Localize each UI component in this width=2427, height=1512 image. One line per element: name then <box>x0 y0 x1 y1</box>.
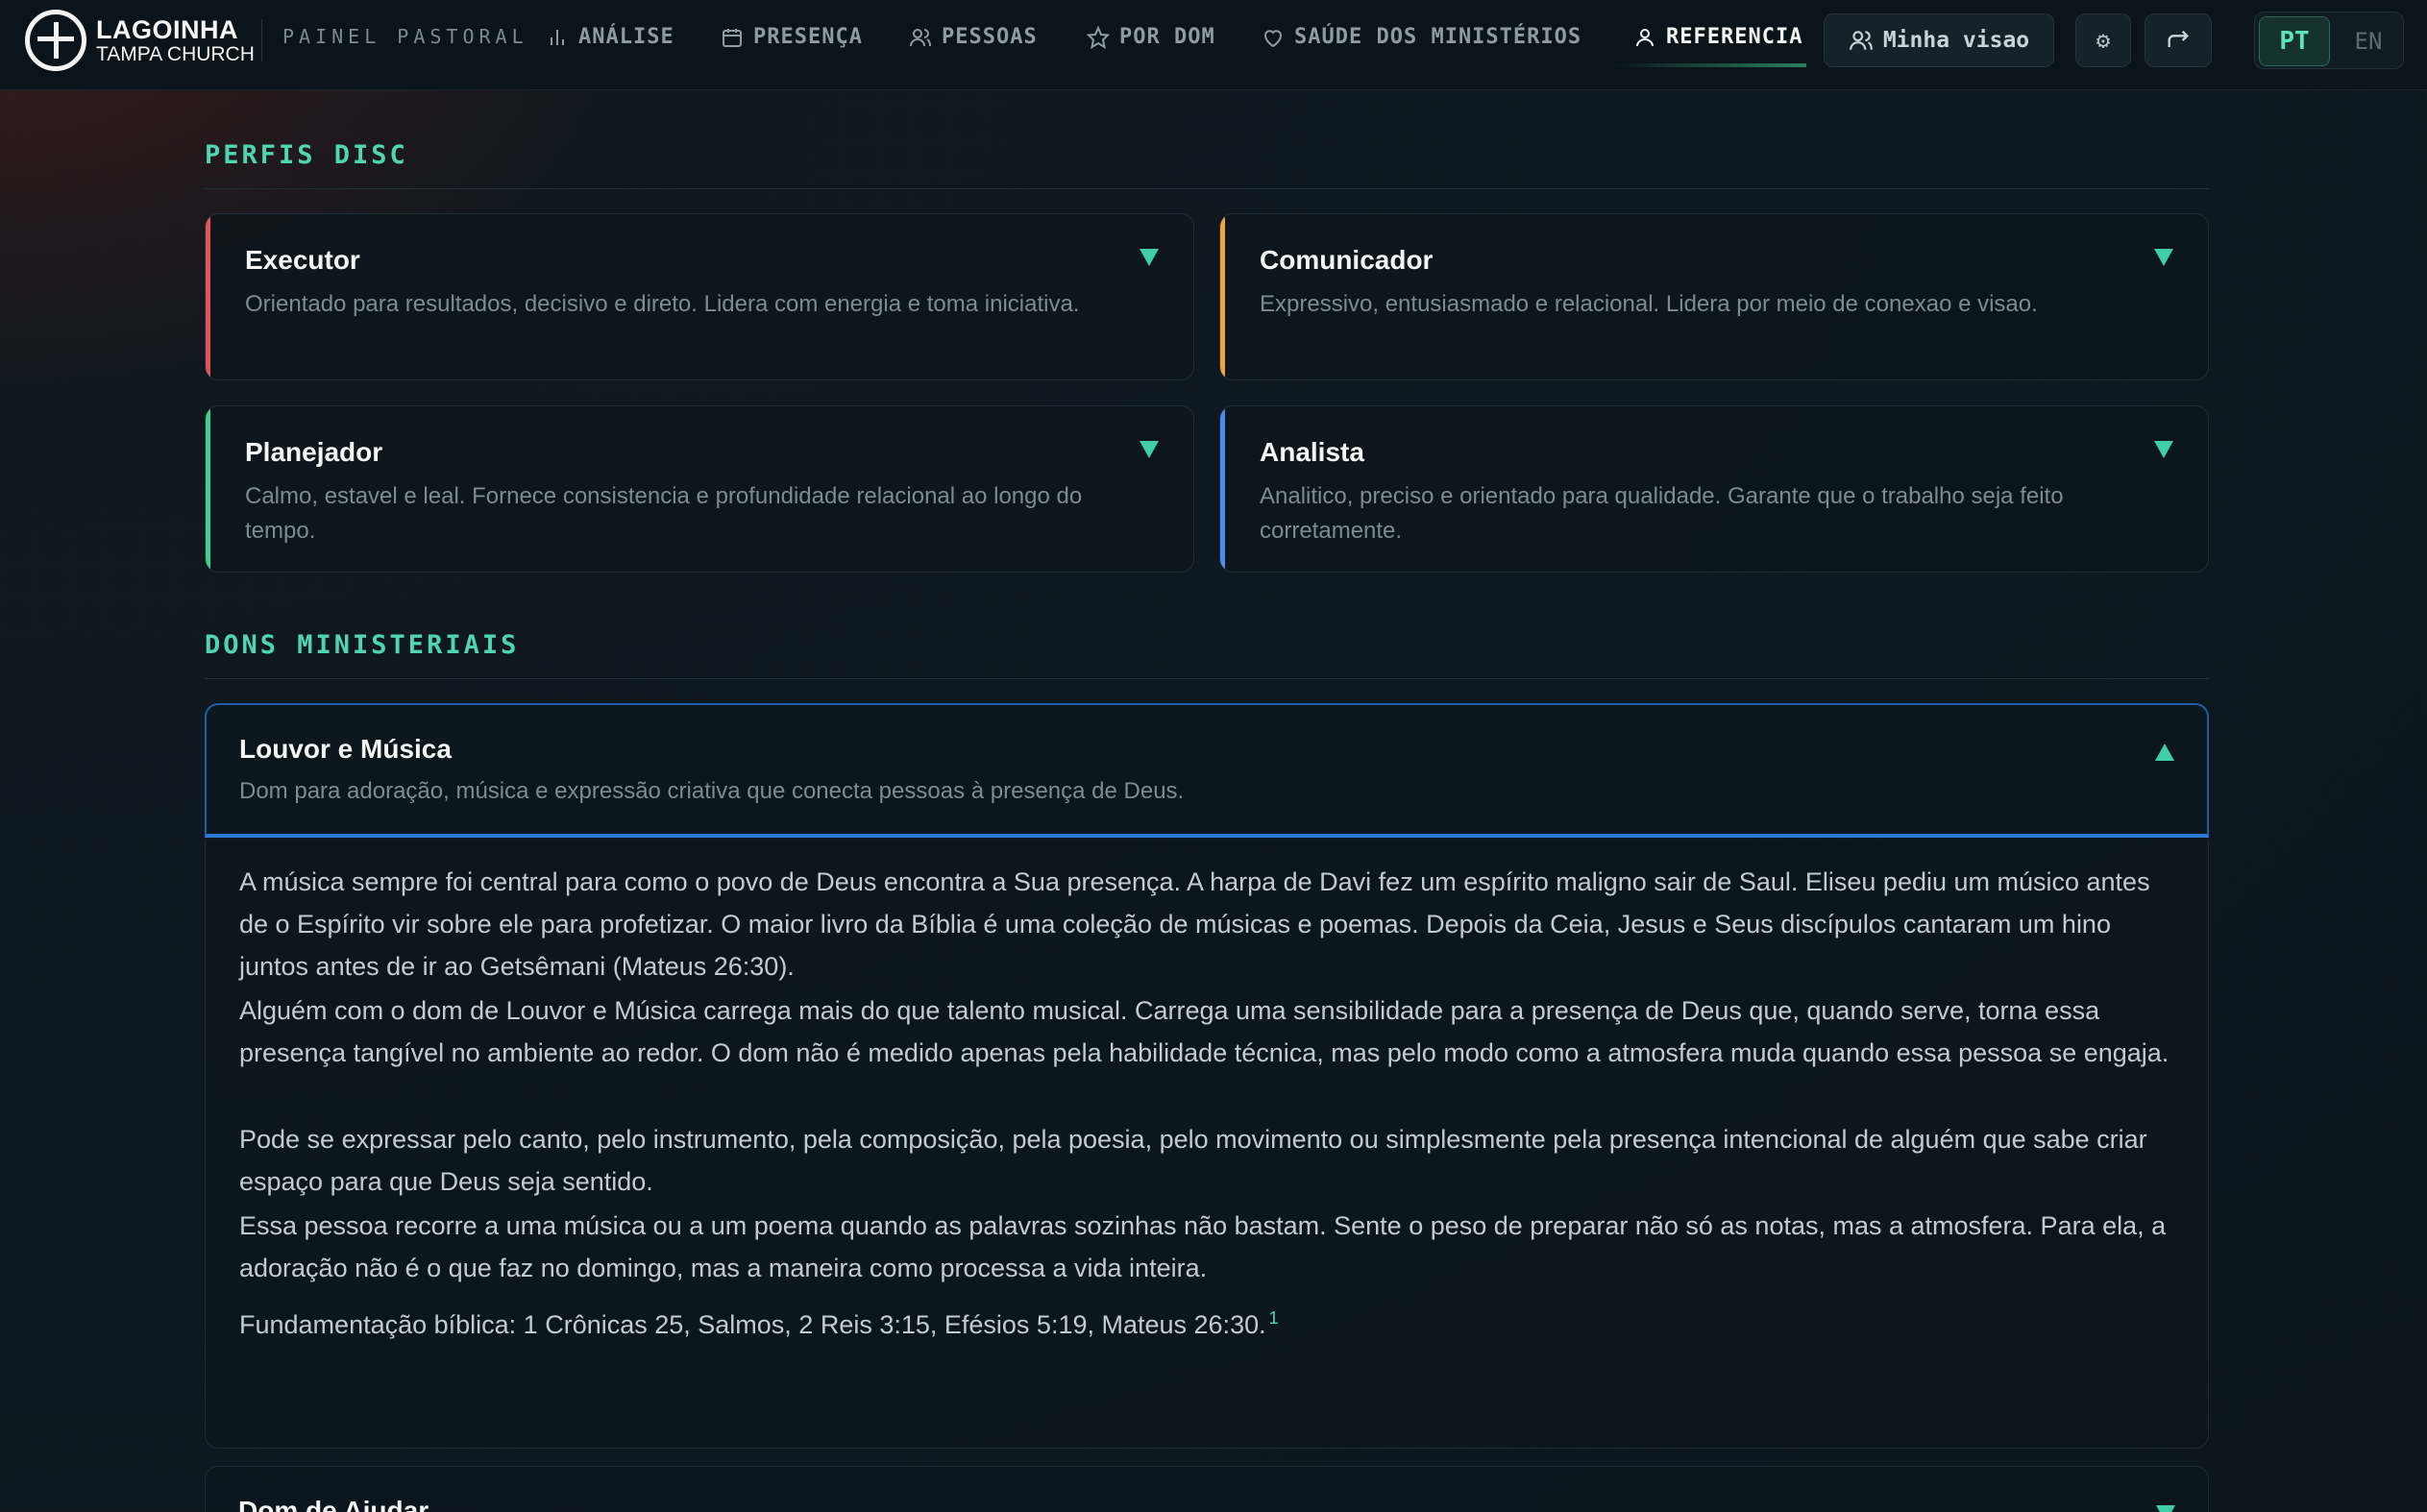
nav-tab-label: REFERENCIA <box>1666 25 1803 49</box>
disc-card-title: Executor <box>245 245 360 275</box>
nav-tab-label: ANÁLISE <box>578 25 674 49</box>
lang-en-button[interactable]: EN <box>2338 16 2399 66</box>
lang-pt-button[interactable]: PT <box>2259 16 2330 66</box>
brand-subtitle: TAMPA CHURCH <box>96 42 255 65</box>
people-icon <box>1849 31 1873 50</box>
gift-paragraph: A música sempre foi central para como o … <box>239 867 2150 981</box>
gift-title: Louvor e Música <box>239 734 452 764</box>
gift-accordion-header-ajudar[interactable]: Dom de Ajudar <box>205 1466 2209 1512</box>
gift-paragraph: Alguém com o dom de Louvor e Música carr… <box>239 996 2170 1067</box>
disc-card-description: Expressivo, entusiasmado e relacional. L… <box>1260 291 2038 317</box>
gift-paragraph: Essa pessoa recorre a uma música ou a um… <box>239 1211 2167 1282</box>
accent-bar <box>206 214 210 379</box>
logout-button[interactable] <box>2145 13 2212 67</box>
disc-card-title: Comunicador <box>1260 245 1434 275</box>
gift-foundation-text: Fundamentação bíblica: 1 Crônicas 25, Sa… <box>239 1310 1266 1339</box>
gift-accordion-body: A música sempre foi central para como o … <box>205 840 2209 1449</box>
bar-chart-icon <box>551 29 564 45</box>
chevron-down-icon[interactable] <box>2154 249 2173 266</box>
nav-tab-saude-ministerios[interactable]: SAÚDE DOS MINISTÉRIOS <box>1262 25 1581 49</box>
disc-card-analista[interactable]: Analista Analitico, preciso e orientado … <box>1219 405 2209 573</box>
disc-card-title: Analista <box>1260 437 1364 467</box>
disc-card-planejador[interactable]: Planejador Calmo, estavel e leal. Fornec… <box>205 405 1194 573</box>
calendar-icon <box>723 28 742 47</box>
gift-paragraph: Pode se expressar pelo canto, pelo instr… <box>239 1125 2147 1196</box>
church-cross-icon <box>25 10 86 71</box>
chevron-down-icon[interactable] <box>2154 441 2173 458</box>
heart-icon <box>1264 29 1282 47</box>
gift-description: Dom para adoração, música e expressão cr… <box>239 778 1185 804</box>
brand-name: LAGOINHA <box>96 14 238 44</box>
nav-tab-analise[interactable]: ANÁLISE <box>546 25 674 49</box>
nav-pastoral-panel[interactable]: PAINEL PASTORAL <box>282 25 528 48</box>
settings-button[interactable]: ⚙ <box>2075 13 2131 67</box>
disc-card-description: Calmo, estavel e leal. Fornece consisten… <box>245 483 1083 544</box>
header-divider <box>261 19 262 61</box>
section-divider <box>205 188 2209 189</box>
gift-accordion-header-louvor[interactable]: Louvor e Música Dom para adoração, músic… <box>205 703 2209 838</box>
footnote-link[interactable]: 1 <box>1269 1308 1279 1328</box>
chevron-up-icon[interactable] <box>2155 744 2174 761</box>
section-divider <box>205 678 2209 679</box>
nav-tab-label: POR DOM <box>1119 25 1215 49</box>
nav-tab-label: SAÚDE DOS MINISTÉRIOS <box>1294 25 1582 49</box>
nav-tab-label: PRESENÇA <box>753 25 863 49</box>
my-view-label: Minha visao <box>1882 28 2030 53</box>
chevron-down-icon[interactable] <box>1140 441 1159 458</box>
disc-card-title: Planejador <box>245 437 383 467</box>
disc-card-description: Analitico, preciso e orientado para qual… <box>1260 483 2064 544</box>
people-icon <box>910 28 931 46</box>
star-icon <box>1087 25 1110 49</box>
disc-card-comunicador[interactable]: Comunicador Expressivo, entusiasmado e r… <box>1219 213 2209 380</box>
top-navigation-bar: LAGOINHA TAMPA CHURCH PAINEL PASTORAL AN… <box>0 0 2427 90</box>
language-switcher: PT EN <box>2254 12 2404 69</box>
chevron-down-icon[interactable] <box>1140 249 1159 266</box>
chevron-down-icon[interactable] <box>2156 1505 2175 1512</box>
nav-tab-presenca[interactable]: PRESENÇA <box>721 25 863 49</box>
my-view-button[interactable]: Minha visao <box>1824 13 2054 67</box>
active-tab-indicator <box>1614 63 1806 67</box>
gift-title: Dom de Ajudar <box>238 1496 429 1512</box>
disc-card-description: Orientado para resultados, decisivo e di… <box>245 291 1080 317</box>
nav-tab-por-dom[interactable]: POR DOM <box>1087 25 1215 49</box>
disc-card-executor[interactable]: Executor Orientado para resultados, deci… <box>205 213 1194 380</box>
nav-tab-label: PESSOAS <box>942 25 1038 49</box>
section-title-gifts: DONS MINISTERIAIS <box>205 630 520 660</box>
section-title-disc: PERFIS DISC <box>205 140 408 170</box>
accent-bar <box>206 406 210 572</box>
nav-tab-pessoas[interactable]: PESSOAS <box>909 25 1038 49</box>
brand-logo[interactable]: LAGOINHA TAMPA CHURCH <box>25 10 255 71</box>
nav-tab-referencia[interactable]: REFERENCIA <box>1633 13 1806 67</box>
accent-bar <box>1220 406 1225 572</box>
logout-icon <box>2168 30 2189 47</box>
gear-icon: ⚙ <box>2096 27 2111 54</box>
person-icon <box>1636 28 1654 46</box>
accent-bar <box>1220 214 1225 379</box>
gift-foundation: Fundamentação bíblica: 1 Crônicas 25, Sa… <box>239 1297 2180 1346</box>
